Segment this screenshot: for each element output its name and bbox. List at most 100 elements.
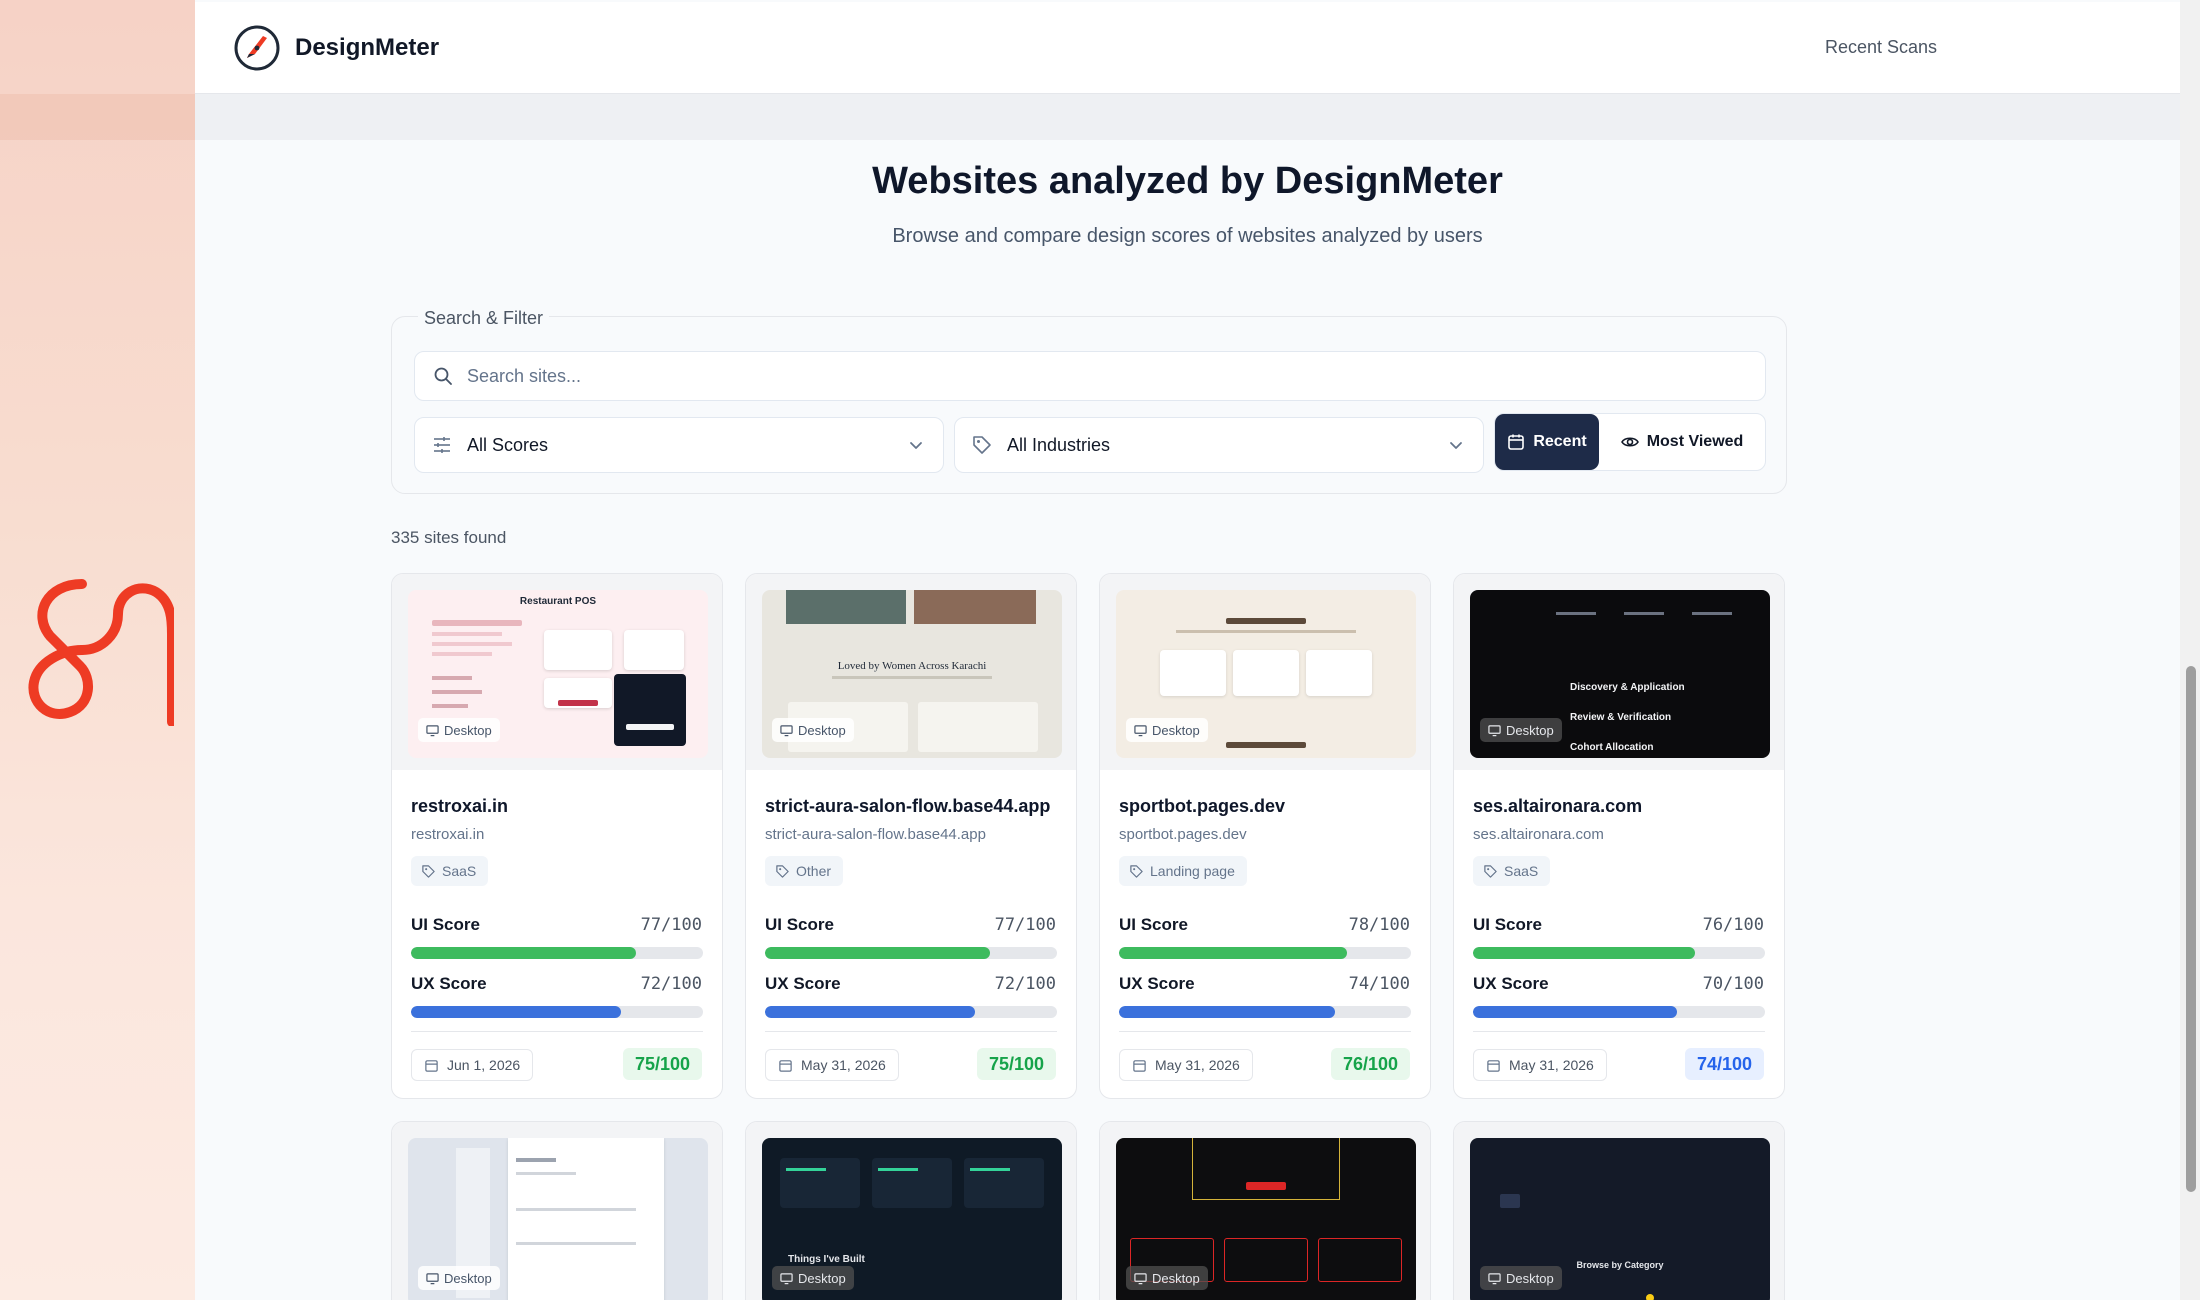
sort-recent-button[interactable]: Recent xyxy=(1495,414,1599,470)
device-badge: Desktop xyxy=(418,718,500,742)
scan-date-text: Jun 1, 2026 xyxy=(447,1057,521,1073)
site-card[interactable]: Restaurant POS Desktop restroxai.in rest… xyxy=(391,573,723,1099)
site-card[interactable]: Loved by Women Across Karachi Desktop st… xyxy=(745,573,1077,1099)
calendar-icon xyxy=(1487,1059,1500,1072)
site-card[interactable]: Desktop xyxy=(391,1121,723,1300)
filter-legend: Search & Filter xyxy=(418,308,550,329)
scrollbar-thumb[interactable] xyxy=(2186,666,2196,1192)
scan-date: Jun 1, 2026 xyxy=(411,1049,534,1081)
ui-score-label: UI Score xyxy=(411,915,480,934)
overall-score-badge: 75/100 xyxy=(976,1048,1056,1080)
device-badge: Desktop xyxy=(1126,718,1208,742)
search-box[interactable] xyxy=(414,351,1766,401)
site-card[interactable]: Desktop sportbot.pages.dev sportbot.page… xyxy=(1099,573,1431,1099)
card-divider xyxy=(411,1031,703,1032)
device-badge: Desktop xyxy=(1480,1266,1562,1290)
ux-score-label: UX Score xyxy=(1119,974,1195,993)
ux-score-label: UX Score xyxy=(1473,974,1549,993)
search-input[interactable] xyxy=(467,365,1667,387)
device-badge-label: Desktop xyxy=(444,1270,492,1286)
ux-score-fill xyxy=(411,1006,622,1018)
site-title[interactable]: strict-aura-salon-flow.base44.app xyxy=(765,796,1050,817)
scan-date-text: May 31, 2026 xyxy=(801,1057,886,1073)
ux-score-value: 72/100 xyxy=(994,974,1056,994)
industries-select[interactable]: All Industries xyxy=(954,417,1484,473)
device-badge: Desktop xyxy=(1480,718,1562,742)
ui-score-bar xyxy=(1119,947,1411,959)
ux-score-bar xyxy=(1473,1006,1765,1018)
device-badge: Desktop xyxy=(1126,1266,1208,1290)
thumbnail-frame: Desktop xyxy=(1100,574,1430,770)
results-count: 335 sites found xyxy=(391,528,507,547)
tag-icon xyxy=(973,436,991,454)
site-title[interactable]: ses.altaironara.com xyxy=(1473,796,1642,817)
site-card[interactable]: Browse by Category Desktop xyxy=(1453,1121,1785,1300)
site-card[interactable]: Desktop xyxy=(1099,1121,1431,1300)
tag-icon xyxy=(1484,864,1497,878)
device-badge-label: Desktop xyxy=(1506,1270,1554,1286)
monitor-icon xyxy=(1488,724,1501,736)
page-subtitle: Browse and compare design scores of webs… xyxy=(892,225,1483,247)
ui-score-bar xyxy=(411,947,703,959)
site-card[interactable]: Things I've Built Desktop xyxy=(745,1121,1077,1300)
card-divider xyxy=(1473,1031,1765,1032)
ux-score-bar xyxy=(765,1006,1057,1018)
calendar-icon xyxy=(1508,434,1525,450)
nav-recent-scans-link[interactable]: Recent Scans xyxy=(1825,37,1937,58)
ux-score-value: 74/100 xyxy=(1348,974,1410,994)
site-title[interactable]: sportbot.pages.dev xyxy=(1119,796,1285,817)
device-badge-label: Desktop xyxy=(1152,1270,1200,1286)
industry-tag-label: SaaS xyxy=(442,863,477,879)
page-title: Websites analyzed by DesignMeter xyxy=(872,160,1503,202)
scores-select[interactable]: All Scores xyxy=(414,417,944,473)
overall-score-badge: 75/100 xyxy=(622,1048,702,1080)
device-badge-label: Desktop xyxy=(1152,722,1200,738)
thumbnail-step: Discovery & Application xyxy=(1570,682,1685,693)
overall-score-badge: 74/100 xyxy=(1684,1048,1764,1080)
thumbnail-heading: Restaurant POS xyxy=(519,596,597,607)
device-badge: Desktop xyxy=(772,718,854,742)
ux-score-value: 70/100 xyxy=(1702,974,1764,994)
scan-date: May 31, 2026 xyxy=(1473,1049,1607,1081)
thumbnail-heading: Things I've Built xyxy=(788,1254,865,1265)
card-divider xyxy=(765,1031,1057,1032)
device-badge: Desktop xyxy=(418,1266,500,1290)
site-title[interactable]: restroxai.in xyxy=(411,796,508,817)
monitor-icon xyxy=(1134,1272,1147,1284)
eye-icon xyxy=(1620,437,1639,447)
chevron-down-icon xyxy=(1450,442,1462,449)
ux-score-fill xyxy=(1473,1006,1678,1018)
thumbnail-heading: Loved by Women Across Karachi xyxy=(837,660,987,672)
industry-tag: Landing page xyxy=(1119,856,1247,886)
ux-score-fill xyxy=(1119,1006,1336,1018)
monitor-icon xyxy=(1134,724,1147,736)
search-filter-panel: Search & Filter All Scores xyxy=(391,308,1787,494)
thumbnail-frame: Discovery & Application Review & Verific… xyxy=(1454,574,1784,770)
sort-most-viewed-label: Most Viewed xyxy=(1646,433,1744,450)
app-header: DesignMeter Recent Scans xyxy=(195,2,2180,94)
site-card[interactable]: Discovery & Application Review & Verific… xyxy=(1453,573,1785,1099)
brand-name: DesignMeter xyxy=(295,34,440,61)
device-badge-label: Desktop xyxy=(798,1270,846,1286)
industries-select-value: All Industries xyxy=(1007,434,1111,455)
search-icon xyxy=(434,367,452,385)
ui-score-label: UI Score xyxy=(765,915,834,934)
ui-score-value: 78/100 xyxy=(1348,915,1410,935)
monitor-icon xyxy=(1488,1272,1501,1284)
scan-date-text: May 31, 2026 xyxy=(1155,1057,1240,1073)
sort-most-viewed-button[interactable]: Most Viewed xyxy=(1599,414,1765,470)
thumbnail-frame: Things I've Built Desktop xyxy=(746,1122,1076,1300)
compass-logo-icon xyxy=(234,25,280,71)
industry-tag-label: SaaS xyxy=(1504,863,1539,879)
ux-score-fill xyxy=(765,1006,976,1018)
brand[interactable]: DesignMeter xyxy=(233,24,439,72)
scan-date-text: May 31, 2026 xyxy=(1509,1057,1594,1073)
rail-band xyxy=(0,94,195,140)
industry-tag-label: Landing page xyxy=(1150,863,1235,879)
ui-score-label: UI Score xyxy=(1473,915,1542,934)
calendar-icon xyxy=(1133,1059,1146,1072)
site-url: sportbot.pages.dev xyxy=(1119,826,1247,843)
ui-score-bar xyxy=(1473,947,1765,959)
thumbnail-frame: Browse by Category Desktop xyxy=(1454,1122,1784,1300)
tag-icon xyxy=(776,864,789,878)
